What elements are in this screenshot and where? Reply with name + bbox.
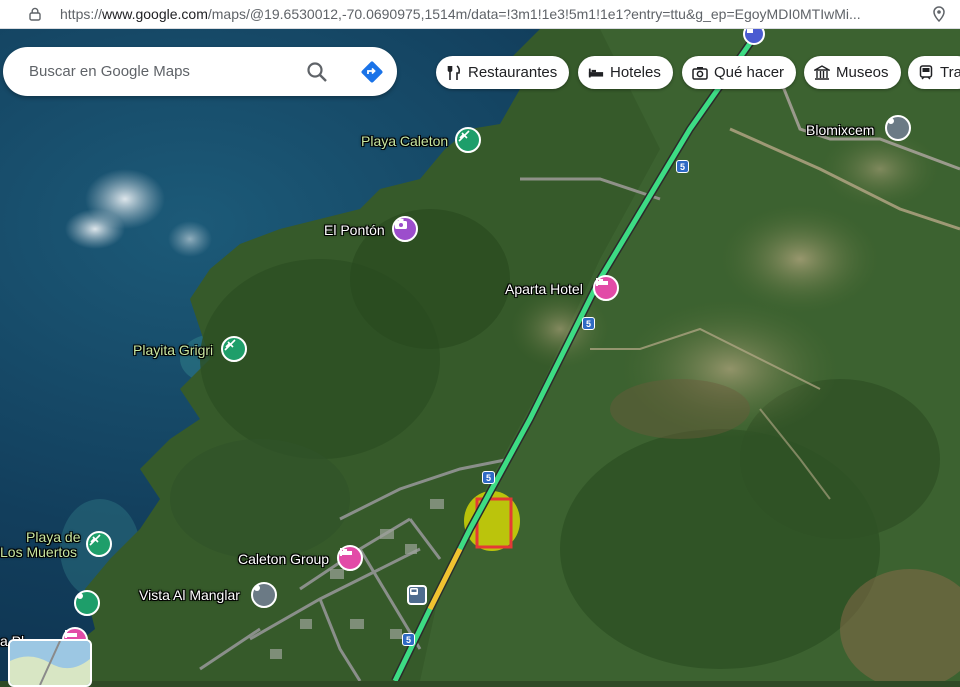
route-shield: 5	[582, 317, 595, 330]
chip-label: Restaurantes	[468, 64, 558, 81]
layers-thumbnail[interactable]	[8, 639, 92, 687]
route-shield: 5	[482, 471, 495, 484]
chip-museos[interactable]: Museos	[804, 56, 901, 89]
place-label-aparta-hotel[interactable]: Aparta Hotel	[505, 281, 583, 297]
place-label-el-ponton[interactable]: El Pontón	[324, 222, 385, 238]
route-shield: 5	[676, 160, 689, 173]
place-dot-icon[interactable]	[251, 582, 277, 608]
chip-label: Hoteles	[610, 64, 661, 81]
url-prefix: https://	[60, 6, 103, 22]
lock-icon	[28, 7, 42, 21]
search-icon[interactable]	[305, 60, 329, 84]
place-label-caleton-group[interactable]: Caleton Group	[238, 551, 329, 567]
search-box	[3, 47, 397, 96]
place-label-playa-de[interactable]: Playa de	[26, 529, 80, 545]
museum-icon	[814, 64, 830, 81]
url-domain: www.google.com	[102, 6, 208, 22]
camera-icon	[692, 65, 708, 81]
chip-hoteles[interactable]: Hoteles	[578, 56, 673, 89]
hotel-bed-icon[interactable]	[593, 275, 619, 301]
chip-restaurantes[interactable]: Restaurantes	[436, 56, 570, 89]
place-label-playa-caleton[interactable]: Playa Caleton	[361, 133, 448, 149]
place-label-playita-grigri[interactable]: Playita Grigri	[133, 342, 213, 358]
transit-icon	[918, 64, 934, 81]
bed-icon	[588, 65, 604, 81]
place-dot-icon[interactable]	[885, 115, 911, 141]
directions-icon[interactable]	[359, 59, 385, 85]
hotel-bed-icon[interactable]	[337, 545, 363, 571]
beach-icon[interactable]	[455, 127, 481, 153]
location-pin-icon[interactable]	[932, 6, 946, 23]
url-text[interactable]: https://www.google.com/maps/@19.6530012,…	[60, 6, 910, 22]
beach-icon[interactable]	[221, 336, 247, 362]
satellite-map[interactable]: 5 5 5 5 Playa Caleton El Pontón Playita …	[0, 29, 960, 681]
place-label-vista-al-manglar[interactable]: Vista Al Manglar	[139, 587, 240, 603]
fork-knife-icon	[446, 64, 462, 81]
url-path: /maps/@19.6530012,-70.0690975,1514m/data…	[207, 6, 861, 22]
chip-label: Qué hacer	[714, 64, 785, 81]
place-label-los-muertos[interactable]: Los Muertos	[0, 544, 77, 560]
chip-label: Tra	[940, 64, 960, 81]
search-input[interactable]	[27, 62, 291, 81]
chip-transporte[interactable]: Tra	[908, 56, 960, 89]
chip-que-hacer[interactable]: Qué hacer	[682, 56, 797, 89]
browser-address-bar[interactable]: https://www.google.com/maps/@19.6530012,…	[0, 0, 960, 29]
place-label-blomixcem[interactable]: Blomixcem	[806, 122, 874, 138]
beach-icon[interactable]	[86, 531, 112, 557]
camera-icon[interactable]	[392, 216, 418, 242]
chip-label: Museos	[836, 64, 889, 81]
bus-stop-icon[interactable]	[407, 585, 427, 605]
park-dot-icon[interactable]	[74, 590, 100, 616]
route-shield: 5	[402, 633, 415, 646]
